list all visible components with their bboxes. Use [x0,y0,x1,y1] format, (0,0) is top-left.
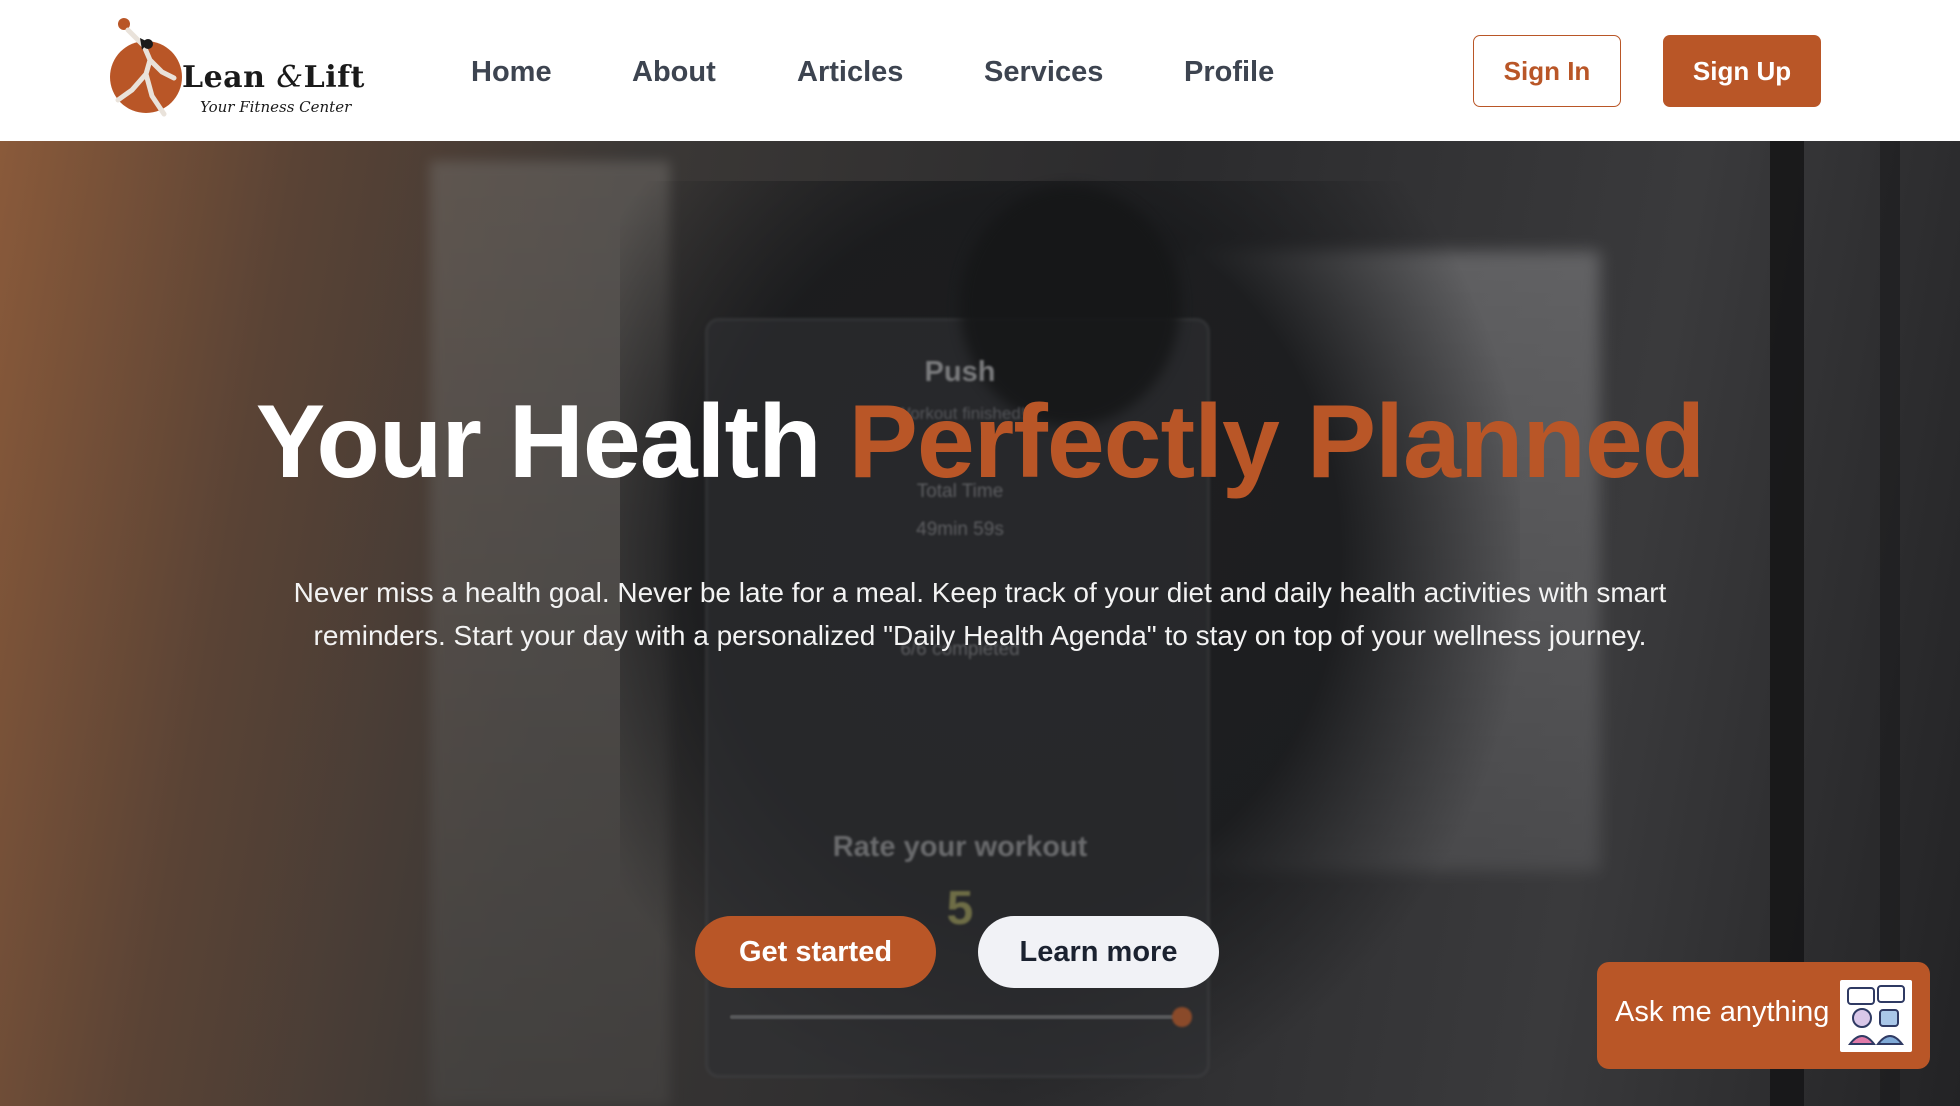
chatbot-avatar-icon [1840,980,1912,1052]
hero-description: Never miss a health goal. Never be late … [293,577,1667,651]
bg-screen-slider-knob [1172,1007,1192,1027]
nav-item-services[interactable]: Services [984,50,1103,94]
learn-more-button[interactable]: Learn more [978,916,1219,988]
hero-title: Your Health Perfectly Planned [0,382,1960,502]
site-header: Lean &Lift Your Fitness Center Home Abou… [0,0,1960,141]
sign-up-button[interactable]: Sign Up [1663,35,1821,107]
logo-amp: & [276,60,304,95]
nav-item-home[interactable]: Home [471,50,552,94]
bg-screen-slider [730,1015,1180,1019]
hero-title-white: Your Health [255,384,822,500]
bg-screen-time-value: 49min 59s [916,519,1004,540]
chat-widget-button[interactable]: Ask me anything [1597,962,1930,1069]
nav-item-articles[interactable]: Articles [797,50,903,94]
hero-title-accent: Perfectly Planned [848,384,1706,500]
logo-name-part2: Lift [303,60,365,95]
nav-item-about[interactable]: About [632,50,716,94]
site-logo[interactable]: Lean &Lift Your Fitness Center [104,16,364,122]
nav-item-profile[interactable]: Profile [1184,50,1274,94]
chat-widget-label: Ask me anything [1615,996,1830,1028]
logo-tagline: Your Fitness Center [200,98,352,116]
logo-wordmark: Lean &Lift [182,60,365,95]
logo-name-part1: Lean [182,60,266,95]
get-started-button[interactable]: Get started [695,916,936,988]
sign-in-button[interactable]: Sign In [1473,35,1621,107]
runner-logo-icon [110,18,182,117]
bg-screen-rate-label: Rate your workout [832,831,1088,863]
